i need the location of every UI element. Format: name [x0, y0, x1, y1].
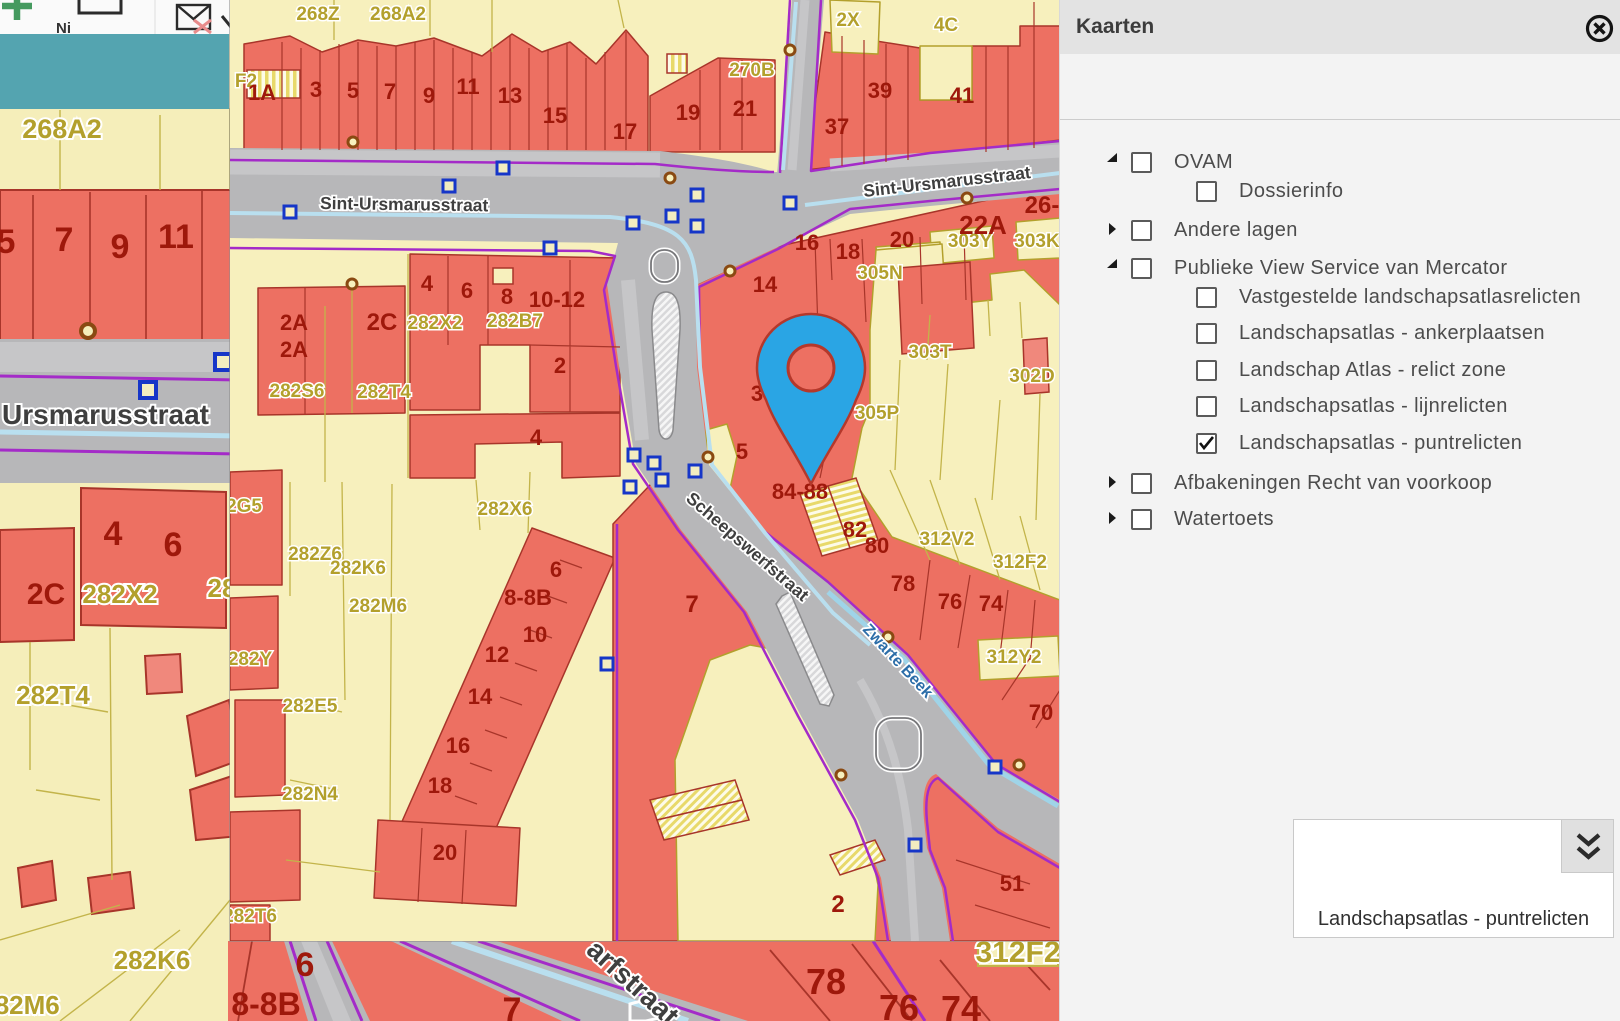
svg-text:39: 39	[868, 78, 892, 103]
svg-text:4: 4	[530, 425, 543, 450]
svg-text:16: 16	[446, 733, 470, 758]
svg-text:2C: 2C	[367, 309, 398, 336]
svg-text:3: 3	[310, 77, 322, 102]
svg-text:282X2: 282X2	[82, 579, 157, 609]
svg-text:4C: 4C	[934, 15, 959, 36]
svg-text:76: 76	[879, 987, 919, 1021]
svg-text:18: 18	[428, 773, 452, 798]
svg-text:82: 82	[843, 517, 867, 542]
svg-text:14: 14	[753, 272, 778, 297]
svg-text:70: 70	[1029, 700, 1053, 725]
svg-text:74: 74	[979, 591, 1004, 616]
svg-text:20: 20	[433, 840, 457, 865]
svg-text:6: 6	[461, 278, 473, 303]
svg-text:4: 4	[421, 271, 434, 296]
svg-text:5: 5	[736, 439, 748, 464]
svg-text:84-88: 84-88	[772, 479, 828, 504]
svg-text:312Y2: 312Y2	[987, 647, 1042, 668]
svg-text:2G5: 2G5	[230, 496, 262, 517]
svg-text:312V2: 312V2	[920, 529, 975, 550]
svg-text:2: 2	[554, 353, 566, 378]
svg-text:312F2: 312F2	[993, 552, 1047, 573]
svg-text:282S6: 282S6	[270, 381, 325, 402]
svg-text:305P: 305P	[855, 403, 900, 424]
svg-text:2X: 2X	[836, 10, 860, 31]
svg-text:5: 5	[0, 223, 15, 261]
svg-text:18: 18	[836, 239, 860, 264]
svg-text:13: 13	[498, 83, 522, 108]
svg-text:11: 11	[456, 74, 479, 99]
svg-text:303T: 303T	[908, 342, 952, 363]
svg-text:8-8B: 8-8B	[231, 986, 300, 1021]
svg-text:282T4: 282T4	[16, 680, 90, 710]
svg-text:268A2: 268A2	[22, 114, 102, 144]
svg-text:1A: 1A	[248, 80, 276, 105]
svg-text:Ursmarusstraat: Ursmarusstraat	[2, 399, 209, 430]
svg-text:6: 6	[296, 946, 315, 984]
svg-text:4: 4	[104, 515, 123, 553]
svg-text:6: 6	[164, 526, 183, 564]
svg-text:10-12: 10-12	[529, 287, 585, 312]
svg-text:282X2: 282X2	[408, 313, 463, 334]
svg-text:10: 10	[523, 622, 547, 647]
svg-text:8: 8	[501, 284, 513, 309]
svg-text:268A2: 268A2	[370, 4, 426, 25]
svg-text:2A: 2A	[280, 310, 308, 335]
svg-text:37: 37	[825, 114, 849, 139]
svg-text:282N4: 282N4	[282, 784, 338, 805]
svg-text:2: 2	[831, 891, 844, 918]
svg-text:282T6: 282T6	[230, 906, 277, 927]
svg-text:282B7: 282B7	[487, 311, 543, 332]
svg-text:282X6: 282X6	[478, 499, 533, 520]
svg-text:21: 21	[733, 96, 757, 121]
svg-text:9: 9	[423, 83, 435, 108]
svg-text:78: 78	[806, 961, 846, 1002]
svg-text:270B: 270B	[729, 60, 774, 81]
svg-text:74: 74	[941, 988, 981, 1021]
svg-text:80: 80	[865, 533, 889, 558]
svg-text:2A: 2A	[280, 337, 308, 362]
svg-text:2C: 2C	[27, 578, 65, 611]
svg-text:282M6: 282M6	[349, 596, 407, 617]
svg-text:12: 12	[485, 642, 509, 667]
svg-text:26-: 26-	[1025, 192, 1060, 219]
svg-text:9: 9	[111, 228, 130, 266]
svg-text:305N: 305N	[857, 263, 902, 284]
svg-text:51: 51	[1000, 871, 1024, 896]
svg-text:41: 41	[950, 83, 974, 108]
svg-text:7: 7	[55, 221, 74, 259]
svg-text:282Y: 282Y	[230, 649, 273, 670]
svg-text:7: 7	[384, 79, 396, 104]
svg-text:Ni: Ni	[56, 20, 71, 34]
svg-text:7: 7	[685, 591, 698, 618]
svg-text:19: 19	[676, 100, 700, 125]
svg-text:Sint-Ursmarusstraat: Sint-Ursmarusstraat	[320, 193, 489, 215]
svg-text:17: 17	[613, 119, 637, 144]
svg-text:15: 15	[543, 103, 567, 128]
svg-text:7: 7	[503, 991, 522, 1021]
svg-text:282T4: 282T4	[357, 382, 411, 403]
svg-text:303K: 303K	[1014, 231, 1060, 252]
svg-text:8-8B: 8-8B	[504, 585, 552, 610]
svg-text:14: 14	[468, 684, 493, 709]
svg-text:20: 20	[890, 227, 914, 252]
svg-text:302D: 302D	[1009, 366, 1054, 387]
svg-text:6: 6	[550, 557, 562, 582]
svg-text:22A: 22A	[959, 210, 1007, 240]
svg-text:282E5: 282E5	[283, 696, 338, 717]
svg-text:5: 5	[347, 78, 359, 103]
svg-text:282M6: 282M6	[0, 990, 60, 1020]
svg-text:78: 78	[891, 571, 915, 596]
svg-text:282K6: 282K6	[330, 558, 386, 579]
svg-text:16: 16	[795, 230, 819, 255]
svg-text:268Z: 268Z	[296, 4, 340, 25]
svg-text:76: 76	[938, 589, 962, 614]
svg-text:282K6: 282K6	[114, 945, 191, 975]
svg-text:11: 11	[158, 218, 194, 256]
